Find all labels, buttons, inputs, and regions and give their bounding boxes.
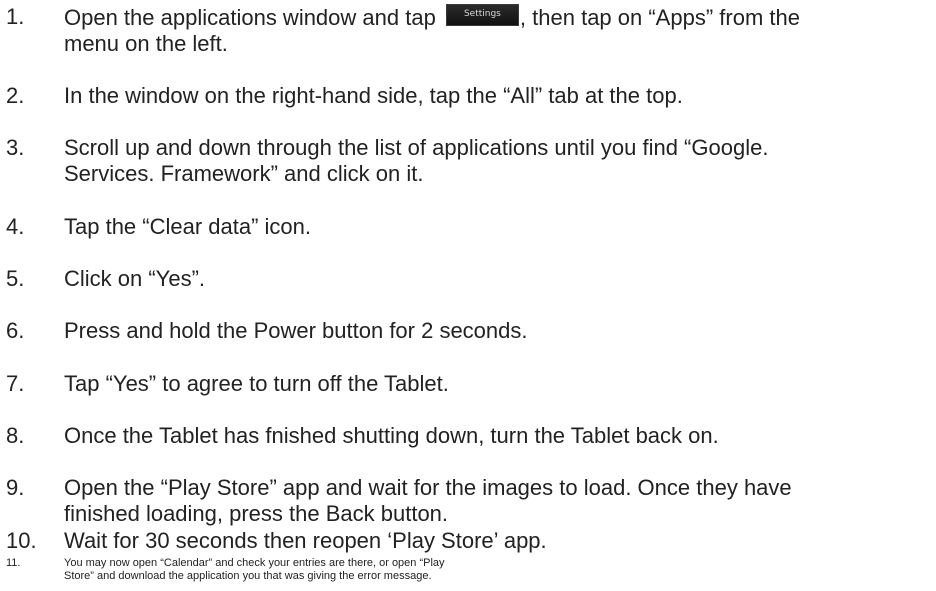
step-number: 10. — [6, 528, 37, 553]
step-text: Once the Tablet has fnished shutting dow… — [64, 423, 719, 448]
step-number: 9. — [6, 475, 25, 500]
settings-app-icon: Settings — [445, 4, 519, 26]
step-text-line: Services. Framework” and click on it. — [64, 161, 424, 186]
step-number: 11. — [6, 557, 21, 569]
step-text: Click on “Yes”. — [64, 266, 206, 291]
step-text: Wait for 30 seconds then reopen ‘Play St… — [64, 528, 547, 553]
step-text-line: Store” and download the application you … — [64, 570, 432, 582]
step-number: 4. — [6, 214, 25, 239]
step-text: Tap “Yes” to agree to turn off the Table… — [64, 371, 449, 396]
settings-icon-label: Settings — [463, 9, 501, 19]
step-text: Scroll up and down through the list of a… — [64, 135, 930, 187]
step-text-part: , then tap on “Apps” from the — [519, 5, 800, 30]
step-text: You may now open “Calendar” and check yo… — [64, 557, 930, 583]
step-text: In the window on the right-hand side, ta… — [64, 83, 683, 108]
step-text-line: menu on the left. — [64, 31, 228, 56]
step-text: Open the applications window and tap Set… — [64, 4, 930, 57]
step-number: 7. — [6, 371, 25, 396]
step-text-part: Open the applications window and tap — [64, 5, 442, 30]
step-text-line: You may now open “Calendar” and check yo… — [64, 557, 445, 569]
step-number: 5. — [6, 266, 25, 291]
step-number: 8. — [6, 423, 25, 448]
step-text-line: finished loading, press the Back button. — [64, 501, 449, 526]
step-text: Press and hold the Power button for 2 se… — [64, 318, 528, 343]
step-text: Open the “Play Store” app and wait for t… — [64, 475, 930, 527]
step-text-line: Open the “Play Store” app and wait for t… — [64, 475, 792, 500]
step-text-line: Scroll up and down through the list of a… — [64, 135, 769, 160]
step-number: 2. — [6, 83, 25, 108]
step-number: 3. — [6, 135, 25, 160]
step-text: Tap the “Clear data” icon. — [64, 214, 312, 239]
step-number: 6. — [6, 318, 25, 343]
step-number: 1. — [6, 4, 25, 29]
